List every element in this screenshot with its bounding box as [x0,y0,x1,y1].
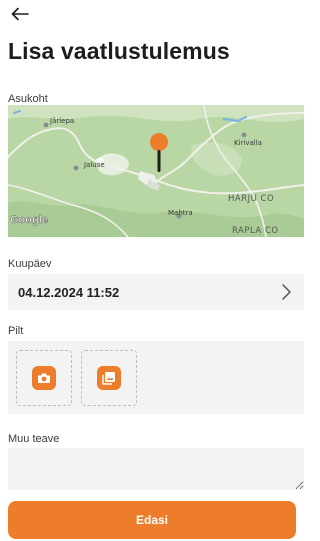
next-button[interactable]: Edasi [8,501,296,539]
location-map[interactable]: Järlepa Kirivalla Jaluse HARJU CO Mahtra… [8,105,304,237]
other-info-label: Muu teave [8,433,60,445]
map-label-kirivalla: Kirivalla [234,139,262,147]
page-title: Lisa vaatlustulemus [8,38,230,64]
location-label: Asukoht [8,93,48,105]
map-label-jarlepa: Järlepa [49,117,74,125]
chevron-right-icon [282,284,291,300]
location-pin-icon [150,133,168,172]
camera-icon [32,366,56,390]
date-label: Kuupäev [8,258,52,270]
arrow-left-icon [11,7,29,21]
date-picker[interactable]: 04.12.2024 11:52 [8,274,304,310]
choose-from-gallery-button[interactable] [81,350,137,406]
date-value: 04.12.2024 11:52 [18,284,120,300]
map-label-jaluse: Jaluse [83,161,105,169]
photo-picker [8,341,304,414]
google-logo: Google [10,214,48,226]
gallery-icon [97,366,121,390]
back-button[interactable] [8,2,32,26]
map-label-mahtra: Mahtra [168,209,193,217]
map-label-rapla: RAPLA CO [232,226,279,236]
photo-label: Pilt [8,325,24,337]
take-photo-button[interactable] [16,350,72,406]
map-label-harju: HARJU CO [228,194,274,204]
other-info-field[interactable] [8,448,304,490]
